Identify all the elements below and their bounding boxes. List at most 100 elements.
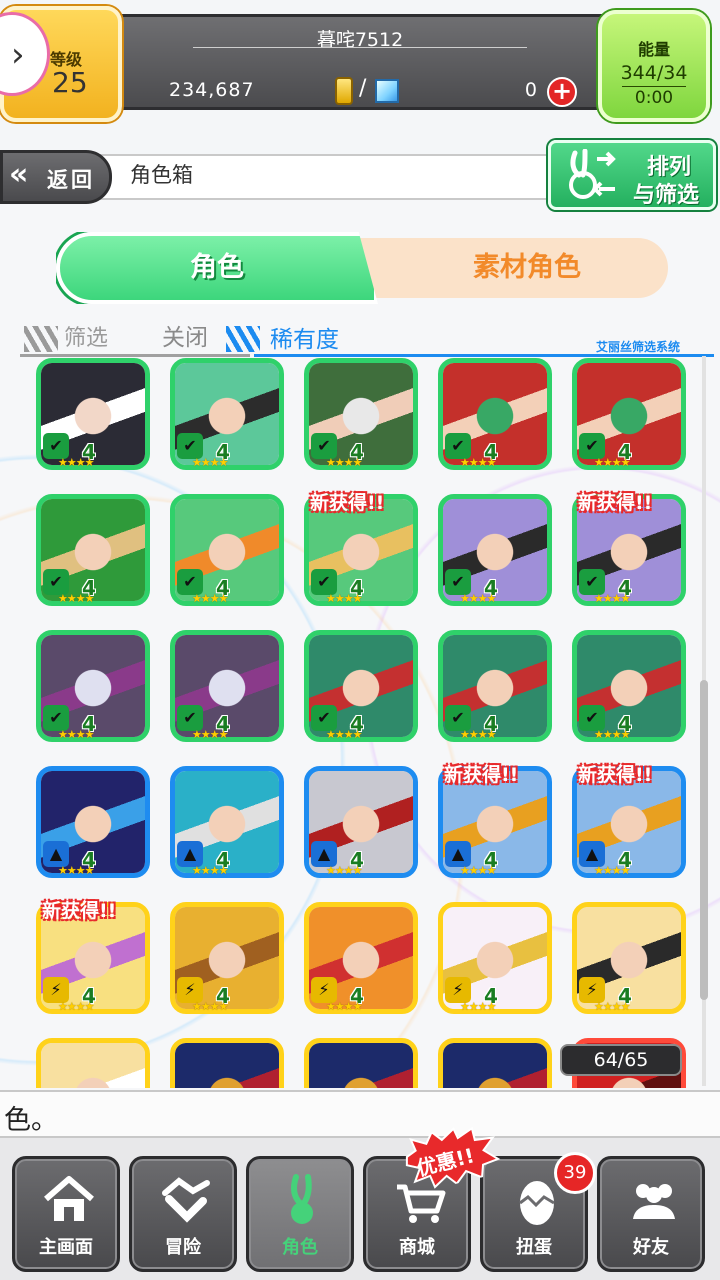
rarity-stars: ★★★★ [594,728,630,741]
character-card[interactable]: ✔ 4 ★★★★ [170,358,288,490]
character-card[interactable]: ▲ 4 ★★★★ [170,766,288,898]
new-acquired-tag: 新获得!! [444,764,519,786]
character-card[interactable]: ✔ 4 ★★★★ [36,494,154,626]
filter-label: 与筛选 [633,183,700,208]
rarity-stars: ★★★★ [594,456,630,469]
rarity-stars: ★★★★ [58,456,94,469]
rarity-stars: ★★★★ [460,728,496,741]
character-card[interactable]: ✔ 4 ★★★★ [170,630,288,762]
rarity-stars: ★★★★ [326,456,362,469]
nav-shop-label: 商城 [399,1237,435,1258]
nav-character-button[interactable]: 角色 [246,1156,354,1272]
character-card[interactable]: ✔ 4 ★★★★ 新获得!! [572,492,690,626]
character-card[interactable]: ⚡ [438,1038,556,1088]
double-chevron-left-icon: « [9,157,29,192]
scrollbar[interactable] [700,680,708,1000]
character-card[interactable]: ✔ 4 ★★★★ [304,630,422,762]
filter-off-toggle[interactable]: 关闭 [162,318,208,352]
new-acquired-tag: 新获得!! [578,492,653,514]
chevron-right-icon: › [11,35,25,75]
stripe-decoration [24,326,58,352]
character-card[interactable]: ⚡ 4 ★★★★ [304,902,422,1034]
character-card[interactable]: ⚡ [170,1038,288,1088]
character-card[interactable]: ⚡ 4 ★★★★ [572,902,690,1034]
character-card[interactable]: ✔ 4 ★★★★ [438,358,556,490]
rarity-stars: ★★★★ [460,864,496,877]
message-bar: 色。 [0,1090,720,1138]
character-card[interactable]: ✔ 4 ★★★★ [170,494,288,626]
character-card[interactable]: ▲ 4 ★★★★ 新获得!! [572,764,690,898]
status-bar: 暮咤7512 234,687 / 0 + › 等级 25 能量 344/34 0… [0,0,720,130]
message-text: 色。 [4,1105,58,1136]
divider [622,86,686,87]
stripe-decoration [226,326,260,352]
character-portrait [41,1043,145,1088]
character-card[interactable]: ▲ 4 ★★★★ [304,766,422,898]
character-card[interactable]: ✔ 4 ★★★★ 新获得!! [304,492,422,626]
rarity-stars: ★★★★ [192,592,228,605]
character-card[interactable]: ✔ 4 ★★★★ [438,630,556,762]
character-card[interactable]: ⚡ 4 ★★★★ [170,902,288,1034]
divider [193,47,527,48]
character-card[interactable]: ✔ 4 ★★★★ [438,494,556,626]
rarity-stars: ★★★★ [192,728,228,741]
character-card[interactable]: ✔ 4 ★★★★ [304,358,422,490]
filter-label: 筛选 [64,326,109,351]
character-grid: ✔ 4 ★★★★ ✔ 4 ★★★★ ✔ 4 ★★★★ ✔ 4 ★★★★ ✔ 4 ★★★★ ✔ 4 ★★★★ ✔ 4 ★★… [36,358,696,1088]
box-tabs: 素材角色 角色 [56,232,668,304]
tab-material-characters[interactable]: 素材角色 [326,238,668,298]
energy-label: 能量 [637,40,670,59]
sort-filter-button[interactable]: 排列 与筛选 [548,140,716,210]
character-frame: ⚡ [304,1038,418,1088]
gold-value: 234,687 [169,79,255,101]
divider [20,354,250,357]
character-card[interactable]: ▲ 4 ★★★★ [36,766,154,898]
character-card[interactable]: ⚡ [304,1038,422,1088]
gacha-count-badge: 39 [554,1152,596,1194]
energy-timer: 0:00 [634,88,674,108]
character-card[interactable]: ✔ 4 ★★★★ [572,630,690,762]
new-acquired-tag: 新获得!! [42,900,117,922]
character-frame: ⚡ [36,1038,150,1088]
character-card[interactable]: ✔ 4 ★★★★ [36,358,154,490]
currency-row: 234,687 / 0 + [113,61,607,107]
friends-icon [633,1184,675,1219]
menu-toggle-button[interactable]: › [0,12,50,96]
rarity-stars: ★★★★ [460,456,496,469]
add-currency-button[interactable]: + [547,77,577,107]
nav-adventure-button[interactable]: 冒险 [129,1156,237,1272]
level-value: 25 [52,66,88,99]
rarity-stars: ★★★★ [594,864,630,877]
energy-value: 344/34 [620,62,688,84]
character-card[interactable]: ▲ 4 ★★★★ 新获得!! [438,764,556,898]
gem-value: 0 [524,79,537,101]
nav-adventure-label: 冒险 [165,1237,201,1258]
nav-gacha-label: 扭蛋 [516,1237,552,1258]
sort-by-rarity[interactable]: 稀有度 [270,320,339,354]
character-card[interactable]: ✔ 4 ★★★★ [572,358,690,490]
new-acquired-tag: 新获得!! [578,764,653,786]
character-portrait [309,1043,413,1088]
currency-separator: / [359,76,367,101]
page-title: 角色箱 [130,163,193,187]
rabbit-sort-icon [569,149,616,199]
rarity-stars: ★★★★ [58,592,94,605]
tab-characters[interactable]: 角色 [56,232,378,304]
rarity-stars: ★★★★ [326,1000,362,1013]
rarity-stars: ★★★★ [594,592,630,605]
character-count: 64/65 [560,1044,682,1076]
character-card[interactable]: ⚡ 4 ★★★★ 新获得!! [36,900,154,1034]
back-button[interactable]: « 返回 [0,150,112,204]
character-card[interactable]: ✔ 4 ★★★★ [36,630,154,762]
rarity-stars: ★★★★ [326,728,362,741]
character-card[interactable]: ⚡ 4 ★★★★ [438,902,556,1034]
character-card[interactable]: ⚡ [36,1038,154,1088]
nav-friends-button[interactable]: 好友 [597,1156,705,1272]
nav-home-button[interactable]: 主画面 [12,1156,120,1272]
character-portrait [443,1043,547,1088]
rarity-stars: ★★★★ [58,1000,94,1013]
page-header: « 返回 角色箱 排列 与筛选 [0,140,720,212]
filter-row: 筛选 关闭 稀有度 艾丽丝筛选系统 [20,318,720,358]
energy-panel[interactable]: 能量 344/34 0:00 [598,10,710,122]
rarity-stars: ★★★★ [58,728,94,741]
